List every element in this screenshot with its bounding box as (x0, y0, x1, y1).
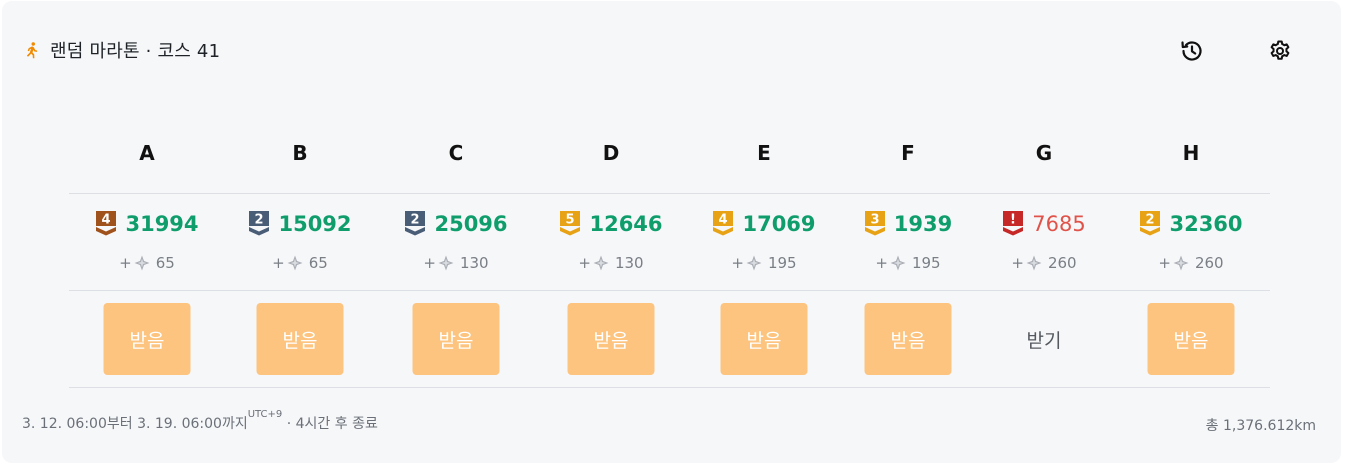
tier-label: 4 (719, 213, 728, 228)
score-row: ! 7685 (969, 210, 1119, 238)
reward: +260 (1116, 254, 1266, 272)
title-wrap: 랜덤 마라톤 · 코스 41 (22, 37, 220, 63)
sparkle-gem-icon (890, 255, 906, 271)
problem-letter[interactable]: B (225, 141, 375, 165)
total-distance: 총 1,376.612km (1205, 418, 1316, 434)
tier-label: 3 (870, 213, 879, 228)
score-value: 17069 (742, 212, 816, 236)
claim-button[interactable]: 받음 (720, 303, 808, 375)
sparkle-gem-icon (438, 255, 454, 271)
reward: +195 (833, 254, 983, 272)
reward-value: 130 (614, 254, 644, 272)
score-row: 4 31994 (72, 210, 222, 238)
tier-badge-icon: 3 (864, 211, 885, 236)
reward-prefix: + (119, 254, 132, 272)
tier-badge-icon: 4 (96, 211, 117, 236)
problem-letter[interactable]: A (72, 141, 222, 165)
reward-value: 65 (308, 254, 328, 272)
problem-letter[interactable]: C (381, 141, 531, 165)
reward-prefix: + (875, 254, 888, 272)
score-value: 32360 (1169, 212, 1243, 236)
tier-badge-icon: 4 (713, 211, 734, 236)
reward: +65 (225, 254, 375, 272)
reward-prefix: + (1011, 254, 1024, 272)
page-title: 랜덤 마라톤 · 코스 41 (50, 41, 221, 62)
reward-value: 195 (767, 254, 797, 272)
problem-letter[interactable]: H (1116, 141, 1266, 165)
claim-button[interactable]: 받음 (412, 303, 500, 375)
reward-prefix: + (578, 254, 591, 272)
tier-badge-icon: 2 (405, 211, 426, 236)
reward-value: 130 (459, 254, 489, 272)
score-row: 4 17069 (689, 210, 839, 238)
tier-label: 5 (566, 213, 575, 228)
tier-label: 4 (102, 213, 111, 228)
divider-bottom (69, 387, 1270, 388)
reward-value: 260 (1194, 254, 1224, 272)
problem-letter[interactable]: G (969, 141, 1119, 165)
problem-letter[interactable]: D (536, 141, 686, 165)
claim-button[interactable]: 받기 (1001, 303, 1088, 375)
score-row: 2 15092 (225, 210, 375, 238)
sparkle-gem-icon (287, 255, 303, 271)
tier-badge-icon: 2 (1140, 211, 1161, 236)
claim-button[interactable]: 받음 (567, 303, 655, 375)
tier-badge-icon: 2 (249, 211, 270, 236)
tier-label: 2 (411, 213, 420, 228)
period-text: 3. 12. 06:00부터 3. 19. 06:00까지 (22, 416, 248, 432)
reward-prefix: + (423, 254, 436, 272)
reward: +130 (536, 254, 686, 272)
tier-label: ! (1010, 213, 1016, 228)
reward-value: 65 (155, 254, 175, 272)
reward: +130 (381, 254, 531, 272)
reward-value: 195 (911, 254, 941, 272)
running-person-icon (26, 42, 38, 59)
score-row: 2 25096 (381, 210, 531, 238)
tier-badge-icon: 5 (560, 211, 581, 236)
sparkle-gem-icon (593, 255, 609, 271)
sparkle-gem-icon (1026, 255, 1042, 271)
marathon-card: 랜덤 마라톤 · 코스 41 A 4 31994 +65 받음 B 2 15092 +65 받음 C… (2, 1, 1341, 463)
reward: +260 (969, 254, 1119, 272)
score-row: 3 1939 (833, 210, 983, 238)
claim-button[interactable]: 받음 (103, 303, 191, 375)
sparkle-gem-icon (1173, 255, 1189, 271)
header: 랜덤 마라톤 · 코스 41 (2, 1, 1341, 91)
score-value: 15092 (278, 212, 352, 236)
reward-prefix: + (1158, 254, 1171, 272)
divider-middle (69, 290, 1270, 291)
score-row: 5 12646 (536, 210, 686, 238)
sparkle-gem-icon (134, 255, 150, 271)
remaining-text: · 4시간 후 종료 (282, 416, 378, 432)
settings-button[interactable] (1266, 37, 1294, 65)
tier-label: 2 (1146, 213, 1155, 228)
reward-value: 260 (1047, 254, 1077, 272)
history-button[interactable] (1178, 37, 1206, 65)
score-value: 1939 (893, 212, 953, 236)
problem-letter[interactable]: F (833, 141, 983, 165)
history-icon (1181, 41, 1202, 61)
period-info: 3. 12. 06:00부터 3. 19. 06:00까지UTC+9 · 4시간… (22, 409, 378, 433)
claim-button[interactable]: 받음 (1147, 303, 1235, 375)
score-value: 31994 (125, 212, 199, 236)
score-value: 25096 (434, 212, 508, 236)
score-value: 7685 (1032, 212, 1086, 236)
claim-button[interactable]: 받음 (864, 303, 952, 375)
reward-prefix: + (731, 254, 744, 272)
divider-top (69, 193, 1270, 194)
problem-letter[interactable]: E (689, 141, 839, 165)
reward-prefix: + (272, 254, 285, 272)
claim-button[interactable]: 받음 (256, 303, 344, 375)
reward: +195 (689, 254, 839, 272)
sparkle-gem-icon (746, 255, 762, 271)
gear-icon (1270, 40, 1290, 60)
reward: +65 (72, 254, 222, 272)
score-row: 2 32360 (1116, 210, 1266, 238)
timezone-label: UTC+9 (247, 409, 283, 420)
tier-label: 2 (255, 213, 264, 228)
score-value: 12646 (589, 212, 663, 236)
tier-badge-icon: ! (1003, 211, 1024, 236)
